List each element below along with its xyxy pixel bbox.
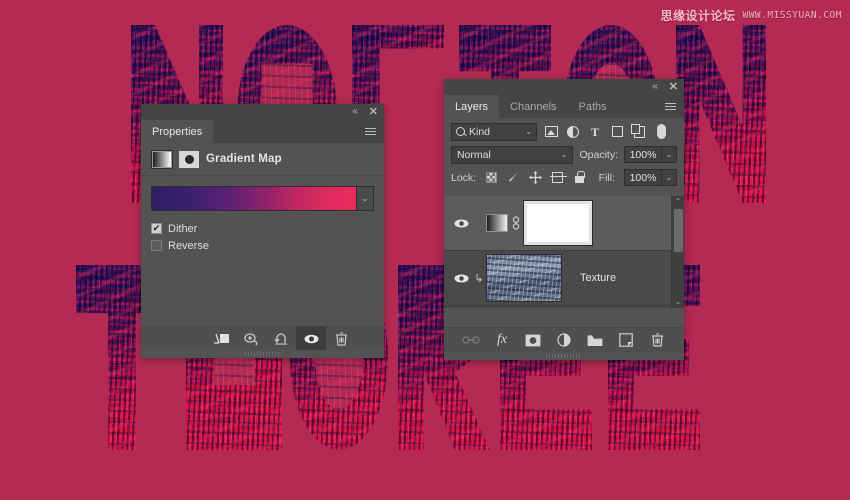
- reverse-option-row[interactable]: ✔ Reverse: [151, 237, 374, 254]
- chevron-down-icon[interactable]: ⌄: [357, 186, 374, 211]
- layer-visibility-icon[interactable]: [450, 273, 472, 284]
- tab-paths[interactable]: Paths: [567, 95, 618, 118]
- pixel-filter-icon[interactable]: [543, 124, 559, 140]
- clipping-mask-icon: ↳: [474, 272, 484, 285]
- filter-kind-label: Kind: [469, 125, 491, 138]
- reverse-label: Reverse: [168, 239, 209, 252]
- fill-control[interactable]: 100% ⌄: [624, 169, 677, 186]
- panel-resize-grip[interactable]: [141, 350, 384, 358]
- layers-tab-strip: Layers Channels Paths: [444, 95, 684, 118]
- collapse-icon[interactable]: «: [652, 82, 658, 92]
- adjustment-title: Gradient Map: [206, 153, 282, 165]
- scroll-up-icon[interactable]: ⌃: [675, 196, 682, 208]
- adjustment-header: Gradient Map: [141, 143, 384, 176]
- layer-list-scrollbar[interactable]: ⌃ ⌄: [671, 196, 684, 308]
- blend-mode-select[interactable]: Normal ⌄: [451, 145, 574, 164]
- close-icon[interactable]: ✕: [369, 106, 378, 118]
- add-mask-button[interactable]: [524, 331, 542, 349]
- lock-artboard-nesting-icon[interactable]: [550, 171, 568, 184]
- reset-button[interactable]: [266, 327, 296, 351]
- fill-value[interactable]: 100%: [624, 169, 662, 186]
- link-layers-button[interactable]: [462, 331, 480, 349]
- chevron-down-icon[interactable]: ⌄: [525, 127, 532, 136]
- table-row[interactable]: ↳ Texture: [444, 251, 671, 306]
- adjustment-type-icon: [179, 150, 199, 168]
- reverse-checkbox[interactable]: ✔: [151, 240, 162, 251]
- dither-checkbox[interactable]: ✔: [151, 223, 162, 234]
- layer-rows: ↳ Texture: [444, 196, 671, 308]
- opacity-control[interactable]: 100% ⌄: [624, 146, 677, 163]
- properties-body: ⌄ ✔ Dither ✔ Reverse: [141, 176, 384, 254]
- delete-button[interactable]: [326, 327, 356, 351]
- lock-image-pixels-icon[interactable]: [507, 171, 520, 184]
- properties-panel-titlebar: « ✕: [141, 104, 384, 120]
- layer-name[interactable]: Texture: [580, 272, 616, 284]
- previous-state-button[interactable]: [236, 327, 266, 351]
- tab-properties[interactable]: Properties: [141, 120, 214, 143]
- collapse-icon[interactable]: «: [352, 107, 358, 117]
- smart-object-filter-icon[interactable]: [630, 123, 647, 140]
- panel-resize-grip[interactable]: [444, 352, 684, 360]
- delete-layer-button[interactable]: [648, 331, 666, 349]
- type-filter-icon[interactable]: T: [587, 124, 603, 140]
- layers-panel: « ✕ Layers Channels Paths Kind ⌄ T Norma…: [444, 79, 684, 360]
- chevron-down-icon[interactable]: ⌄: [662, 146, 677, 163]
- adjustment-filter-icon[interactable]: [565, 124, 581, 140]
- filter-toggle-pill[interactable]: [653, 124, 669, 140]
- search-icon: [456, 127, 465, 136]
- properties-tab-strip: Properties: [141, 120, 384, 143]
- layer-thumbnail[interactable]: [486, 214, 508, 232]
- lock-label: Lock:: [451, 171, 477, 184]
- new-adjustment-layer-button[interactable]: [555, 331, 573, 349]
- new-layer-button[interactable]: [617, 331, 635, 349]
- opacity-label: Opacity:: [579, 148, 618, 161]
- tab-layers[interactable]: Layers: [444, 95, 500, 118]
- dither-option-row[interactable]: ✔ Dither: [151, 220, 374, 237]
- lock-all-icon[interactable]: [573, 170, 586, 184]
- tab-channels[interactable]: Channels: [499, 95, 568, 118]
- panel-menu-icon[interactable]: [362, 120, 384, 143]
- new-group-button[interactable]: [586, 331, 604, 349]
- lock-position-icon[interactable]: [529, 171, 543, 184]
- layer-mask-thumbnail[interactable]: [523, 200, 593, 246]
- lock-row: Lock: Fill: 100% ⌄: [444, 166, 684, 189]
- chevron-down-icon[interactable]: ⌄: [561, 150, 568, 159]
- gradient-thumbnail-icon: [151, 149, 173, 169]
- watermark-chinese: 思缘设计论坛: [660, 9, 736, 23]
- watermark-url: WWW.MISSYUAN.COM: [742, 10, 842, 21]
- watermark: 思缘设计论坛 WWW.MISSYUAN.COM: [660, 7, 842, 24]
- document-artwork: [0, 0, 850, 500]
- letter-glyph: [676, 25, 766, 203]
- gradient-picker-row[interactable]: ⌄: [151, 186, 374, 211]
- link-icon[interactable]: [508, 215, 524, 231]
- properties-footer-toolbar: [141, 326, 384, 351]
- properties-panel: « ✕ Properties Gradient Map ⌄ ✔ Dither ✔…: [141, 104, 384, 358]
- clip-to-layer-button[interactable]: [206, 327, 236, 351]
- scroll-down-icon[interactable]: ⌄: [675, 296, 682, 308]
- fill-label: Fill:: [598, 171, 615, 184]
- layers-panel-titlebar: « ✕: [444, 79, 684, 95]
- chevron-down-icon[interactable]: ⌄: [662, 169, 677, 186]
- layers-footer-toolbar: fx: [444, 327, 684, 352]
- close-icon[interactable]: ✕: [669, 81, 678, 93]
- gradient-preview-bar[interactable]: [151, 186, 357, 211]
- opacity-value[interactable]: 100%: [624, 146, 662, 163]
- blend-mode-row: Normal ⌄ Opacity: 100% ⌄: [444, 143, 684, 166]
- layer-visibility-icon[interactable]: [450, 218, 472, 229]
- lock-transparent-pixels-icon[interactable]: [485, 171, 498, 184]
- shape-filter-icon[interactable]: [609, 124, 625, 140]
- filter-kind-select[interactable]: Kind ⌄: [451, 122, 537, 141]
- dither-label: Dither: [168, 222, 198, 235]
- layer-style-button[interactable]: fx: [493, 331, 511, 349]
- scrollbar-track[interactable]: [674, 253, 683, 296]
- scrollbar-thumb[interactable]: [673, 209, 683, 252]
- toggle-visibility-button[interactable]: [296, 326, 326, 351]
- layer-list: ↳ Texture ⌃ ⌄: [444, 196, 684, 308]
- panel-menu-icon[interactable]: [662, 95, 684, 118]
- layer-thumbnail[interactable]: [486, 254, 562, 302]
- blend-mode-value: Normal: [457, 148, 491, 161]
- layer-filter-row: Kind ⌄ T: [444, 118, 684, 143]
- photoshop-canvas: 思缘设计论坛 WWW.MISSYUAN.COM « ✕ Properties G…: [0, 0, 850, 500]
- table-row[interactable]: [444, 196, 671, 251]
